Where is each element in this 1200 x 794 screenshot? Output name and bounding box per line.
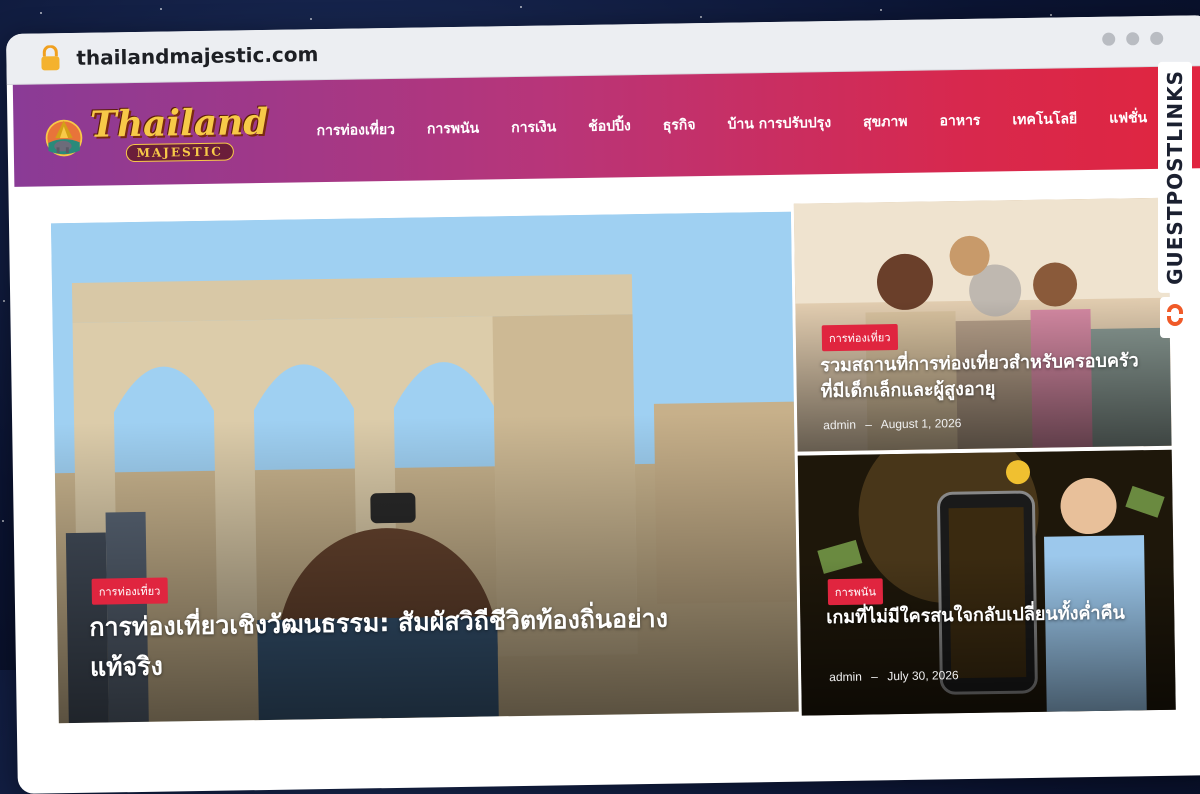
nav-item-business[interactable]: ธุรกิจ	[647, 114, 712, 137]
card-meta: admin – July 30, 2026	[829, 668, 959, 684]
main-content: การท่องเที่ยว การท่องเที่ยวเชิงวัฒนธรรม:…	[8, 168, 1200, 747]
site-header: Thailand MAJESTIC การท่องเที่ยว การพนัน …	[12, 66, 1200, 187]
post-date: August 1, 2026	[880, 416, 962, 432]
link-icon	[1160, 296, 1190, 338]
window-controls	[1102, 31, 1164, 46]
nav-item-shopping[interactable]: ช้อปปิ้ง	[572, 115, 647, 138]
meta-separator: –	[865, 417, 873, 432]
card-post-title[interactable]: เกมที่ไม่มีใครสนใจกลับเปลี่ยนทั้งค่ำคืน	[826, 600, 1126, 631]
watermark: GUESTPOSTLINKS	[1158, 62, 1192, 362]
site-logo[interactable]: Thailand MAJESTIC	[43, 93, 269, 175]
watermark-text: GUESTPOSTLINKS	[1158, 62, 1192, 293]
card-category-badge[interactable]: การพนัน	[827, 578, 884, 606]
nav-item-food[interactable]: อาหาร	[923, 109, 996, 132]
nav-item-finance[interactable]: การเงิน	[495, 116, 572, 139]
elephant-temple-icon	[45, 119, 83, 157]
main-navigation: การท่องเที่ยว การพนัน การเงิน ช้อปปิ้ง ธ…	[300, 107, 1163, 143]
card-post-title[interactable]: รวมสถานที่การท่องเที่ยวสำหรับครอบครัวที่…	[820, 348, 1141, 405]
logo-subtitle: MAJESTIC	[125, 142, 234, 163]
post-author[interactable]: admin	[823, 418, 856, 433]
hero-category-badge[interactable]: การท่องเที่ยว	[91, 577, 168, 605]
lock-icon	[28, 45, 72, 72]
nav-item-home-improvement[interactable]: บ้าน การปรับปรุง	[711, 112, 847, 136]
meta-separator: –	[871, 669, 879, 684]
nav-item-gambling[interactable]: การพนัน	[411, 117, 496, 140]
window-dot-icon[interactable]	[1102, 32, 1116, 46]
featured-post-card[interactable]: การท่องเที่ยว รวมสถานที่การท่องเที่ยวสำห…	[793, 197, 1172, 452]
card-category-badge[interactable]: การท่องเที่ยว	[821, 324, 898, 352]
nav-item-technology[interactable]: เทคโนโลยี	[996, 108, 1093, 132]
logo-title: Thailand	[89, 100, 269, 146]
browser-window: thailandmajestic.com Thailand MAJESTIC ก…	[6, 15, 1200, 794]
window-dot-icon[interactable]	[1150, 31, 1164, 46]
hero-post-title[interactable]: การท่องเที่ยวเชิงวัฒนธรรม: สัมผัสวิถีชีว…	[89, 598, 730, 688]
nav-item-health[interactable]: สุขภาพ	[847, 111, 924, 134]
post-author[interactable]: admin	[829, 670, 862, 685]
nav-item-fashion[interactable]: แฟชั่น	[1093, 107, 1163, 130]
window-dot-icon[interactable]	[1126, 32, 1140, 46]
hero-post[interactable]: การท่องเที่ยว การท่องเที่ยวเชิงวัฒนธรรม:…	[50, 211, 799, 724]
nav-item-travel[interactable]: การท่องเที่ยว	[300, 119, 411, 143]
featured-post-card[interactable]: การพนัน เกมที่ไม่มีใครสนใจกลับเปลี่ยนทั้…	[797, 449, 1176, 716]
card-meta: admin – August 1, 2026	[823, 416, 961, 432]
url-text[interactable]: thailandmajestic.com	[76, 42, 318, 70]
post-date: July 30, 2026	[887, 668, 959, 684]
